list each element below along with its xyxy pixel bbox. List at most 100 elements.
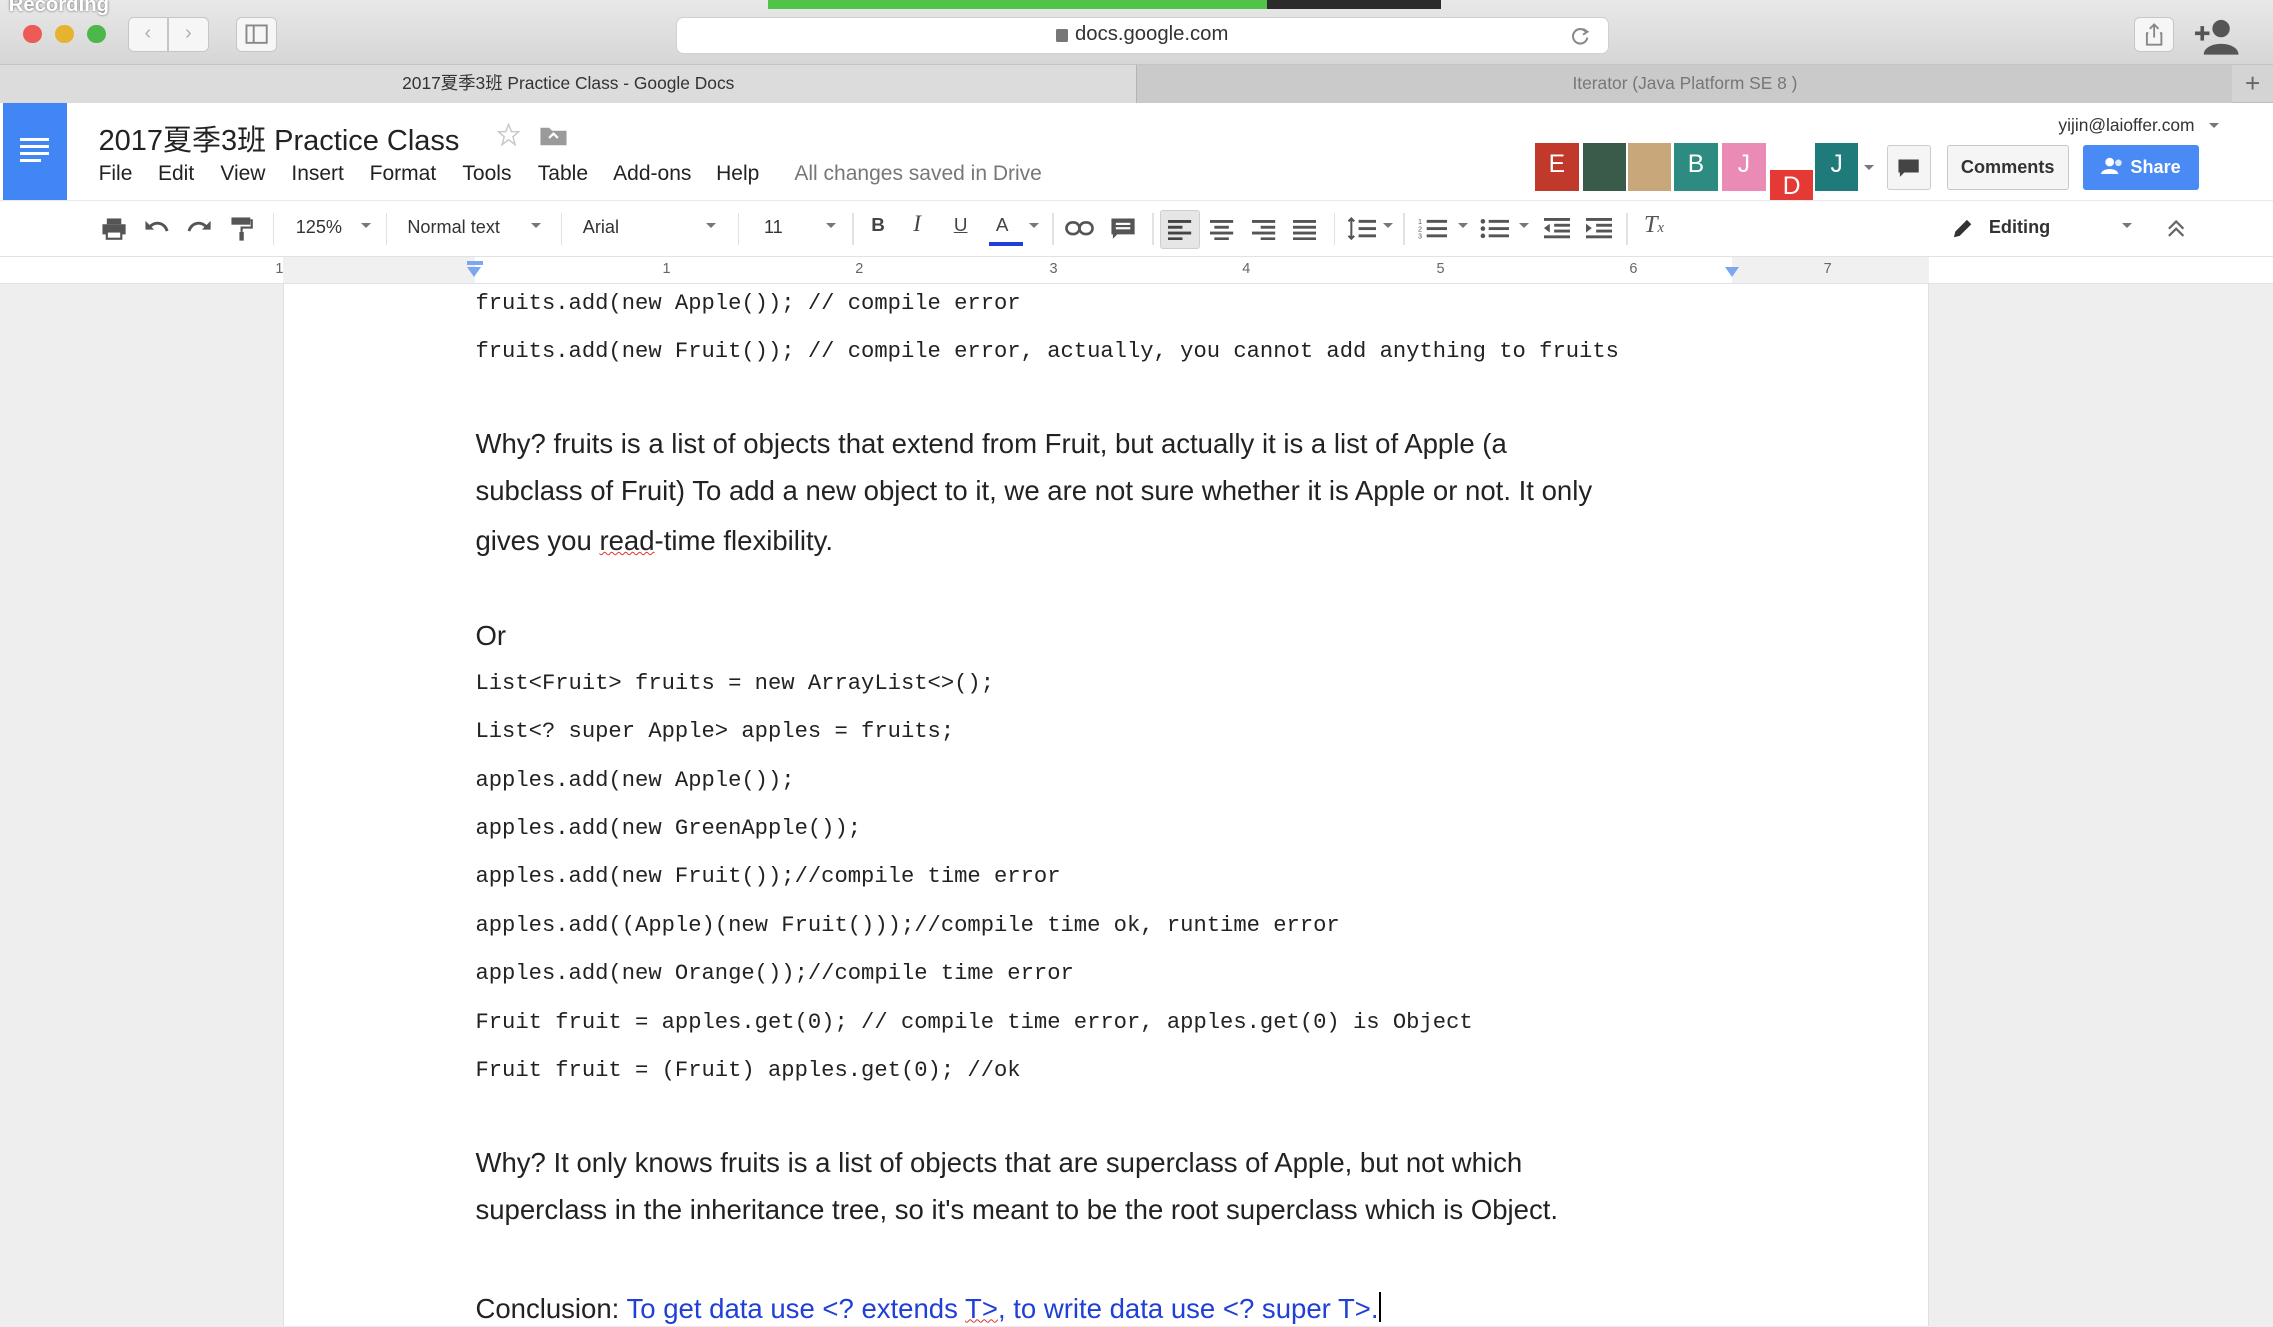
- chat-button[interactable]: [1887, 144, 1931, 190]
- paint-format-icon[interactable]: [230, 216, 254, 242]
- italic-icon[interactable]: I: [913, 211, 921, 238]
- docs-home-icon[interactable]: [2, 102, 67, 201]
- first-line-indent-marker[interactable]: [466, 260, 483, 266]
- menu-file[interactable]: File: [99, 162, 133, 186]
- back-button[interactable]: ‹: [127, 17, 169, 53]
- text-color-caret-icon[interactable]: [1029, 222, 1040, 229]
- paragraph-line[interactable]: subclass of Fruit) To add a new object t…: [475, 475, 1592, 507]
- collaborator-avatar[interactable]: [1627, 143, 1672, 192]
- style-caret-icon[interactable]: [530, 222, 541, 229]
- more-collaborators-caret-icon[interactable]: [1864, 165, 1875, 171]
- comments-button[interactable]: Comments: [1946, 144, 2069, 190]
- move-to-folder-icon[interactable]: [539, 122, 568, 147]
- undo-icon[interactable]: [144, 218, 170, 238]
- code-line[interactable]: fruits.add(new Fruit()); // compile erro…: [475, 339, 1618, 364]
- font-size-caret-icon[interactable]: [826, 222, 837, 229]
- misspelled-word[interactable]: read: [599, 525, 654, 556]
- editing-mode-caret-icon[interactable]: [2122, 222, 2133, 229]
- redo-icon[interactable]: [186, 218, 212, 238]
- close-window-button[interactable]: [23, 24, 43, 44]
- font-caret-icon[interactable]: [705, 222, 716, 229]
- numbered-list-caret-icon[interactable]: [1458, 222, 1469, 229]
- menu-format[interactable]: Format: [370, 162, 437, 186]
- tab-google-docs[interactable]: 2017夏季3班 Practice Class - Google Docs: [0, 65, 1137, 103]
- left-indent-marker[interactable]: [466, 266, 481, 277]
- align-center-icon[interactable]: [1210, 219, 1234, 241]
- code-line[interactable]: Fruit fruit = (Fruit) apples.get(0); //o…: [475, 1058, 1020, 1083]
- editing-mode-select[interactable]: Editing: [1989, 217, 2050, 238]
- misspelled-word[interactable]: T>: [965, 1293, 998, 1324]
- code-line[interactable]: apples.add(new GreenApple());: [475, 816, 861, 841]
- ruler[interactable]: 1 1 2 3 4 5 6 7: [0, 256, 2273, 285]
- line-spacing-caret-icon[interactable]: [1382, 222, 1393, 229]
- code-line[interactable]: fruits.add(new Apple()); // compile erro…: [475, 291, 1020, 316]
- sidebar-toggle-button[interactable]: [236, 17, 277, 53]
- share-page-button[interactable]: [2133, 17, 2175, 53]
- link-icon[interactable]: [1065, 221, 1095, 236]
- menu-insert[interactable]: Insert: [291, 162, 344, 186]
- paragraph-line[interactable]: Why? It only knows fruits is a list of o…: [475, 1147, 1522, 1179]
- paragraph-line[interactable]: Or: [475, 620, 506, 652]
- comment-icon[interactable]: [1110, 217, 1136, 240]
- font-select[interactable]: Arial: [583, 217, 619, 238]
- paragraph-line[interactable]: gives you read-time flexibility.: [475, 525, 833, 557]
- account-email[interactable]: yijin@laioffer.com: [2058, 115, 2194, 136]
- right-indent-marker[interactable]: [1725, 266, 1740, 277]
- code-line[interactable]: List<Fruit> fruits = new ArrayList<>();: [475, 671, 994, 696]
- collaborator-avatar[interactable]: E: [1535, 143, 1579, 192]
- increase-indent-icon[interactable]: [1585, 218, 1612, 239]
- decrease-indent-icon[interactable]: [1543, 218, 1570, 239]
- print-icon[interactable]: [101, 217, 127, 240]
- save-status[interactable]: All changes saved in Drive: [794, 162, 1041, 186]
- underline-icon[interactable]: U: [954, 214, 968, 236]
- paragraph-line[interactable]: superclass in the inheritance tree, so i…: [475, 1194, 1558, 1226]
- bold-icon[interactable]: B: [871, 214, 885, 236]
- style-select[interactable]: Normal text: [407, 217, 500, 238]
- tab-title: Iterator (Java Platform SE 8 ): [1572, 73, 1798, 94]
- menu-help[interactable]: Help: [716, 162, 759, 186]
- menu-tools[interactable]: Tools: [462, 162, 511, 186]
- collaborator-avatar[interactable]: [1582, 143, 1627, 192]
- menu-add-ons[interactable]: Add-ons: [613, 162, 691, 186]
- code-line[interactable]: apples.add((Apple)(new Fruit()));//compi…: [475, 913, 1339, 938]
- font-size-select[interactable]: 11: [764, 217, 783, 238]
- add-person-icon[interactable]: [2194, 17, 2241, 56]
- zoom-window-button[interactable]: [86, 24, 106, 44]
- align-right-icon[interactable]: [1252, 219, 1276, 241]
- address-bar[interactable]: docs.google.com: [675, 17, 1610, 54]
- text-color-icon[interactable]: A: [996, 214, 1009, 236]
- menu-table[interactable]: Table: [538, 162, 588, 186]
- conclusion-line[interactable]: Conclusion: To get data use <? extends T…: [475, 1291, 1381, 1325]
- code-line[interactable]: Fruit fruit = apples.get(0); // compile …: [475, 1010, 1472, 1035]
- zoom-caret-icon[interactable]: [360, 222, 371, 229]
- justify-icon[interactable]: [1293, 219, 1317, 241]
- separator: [1626, 212, 1628, 245]
- menu-edit[interactable]: Edit: [158, 162, 194, 186]
- collaborator-avatar[interactable]: J: [1814, 143, 1859, 192]
- bulleted-list-caret-icon[interactable]: [1519, 222, 1530, 229]
- collaborator-avatar[interactable]: B: [1674, 143, 1718, 192]
- minimize-window-button[interactable]: [55, 24, 74, 44]
- account-caret-icon[interactable]: [2209, 123, 2220, 129]
- forward-button[interactable]: ›: [168, 17, 209, 53]
- line-spacing-icon[interactable]: [1347, 216, 1376, 241]
- code-line[interactable]: List<? super Apple> apples = fruits;: [475, 719, 954, 744]
- numbered-list-icon[interactable]: 123: [1418, 217, 1447, 240]
- code-line[interactable]: apples.add(new Fruit());//compile time e…: [475, 864, 1060, 889]
- code-line[interactable]: apples.add(new Orange());//compile time …: [475, 961, 1073, 986]
- collapse-toolbar-icon[interactable]: [2166, 219, 2186, 237]
- share-button[interactable]: Share: [2083, 144, 2200, 190]
- tab-iterator-javadoc[interactable]: Iterator (Java Platform SE 8 ): [1136, 65, 2233, 103]
- code-line[interactable]: apples.add(new Apple());: [475, 768, 794, 793]
- document-title[interactable]: 2017夏季3班 Practice Class: [99, 117, 460, 159]
- collaborator-avatar[interactable]: J: [1722, 143, 1766, 192]
- clear-formatting-icon[interactable]: Tx: [1644, 211, 1664, 239]
- collaborator-avatar[interactable]: D: [1769, 169, 1814, 202]
- zoom-select[interactable]: 125%: [296, 217, 342, 238]
- reload-icon[interactable]: [1570, 26, 1590, 46]
- menu-view[interactable]: View: [220, 162, 265, 186]
- new-tab-button[interactable]: +: [2232, 65, 2273, 103]
- star-icon[interactable]: [497, 123, 521, 147]
- paragraph-line[interactable]: Why? fruits is a list of objects that ex…: [475, 428, 1506, 460]
- bulleted-list-icon[interactable]: [1480, 217, 1510, 240]
